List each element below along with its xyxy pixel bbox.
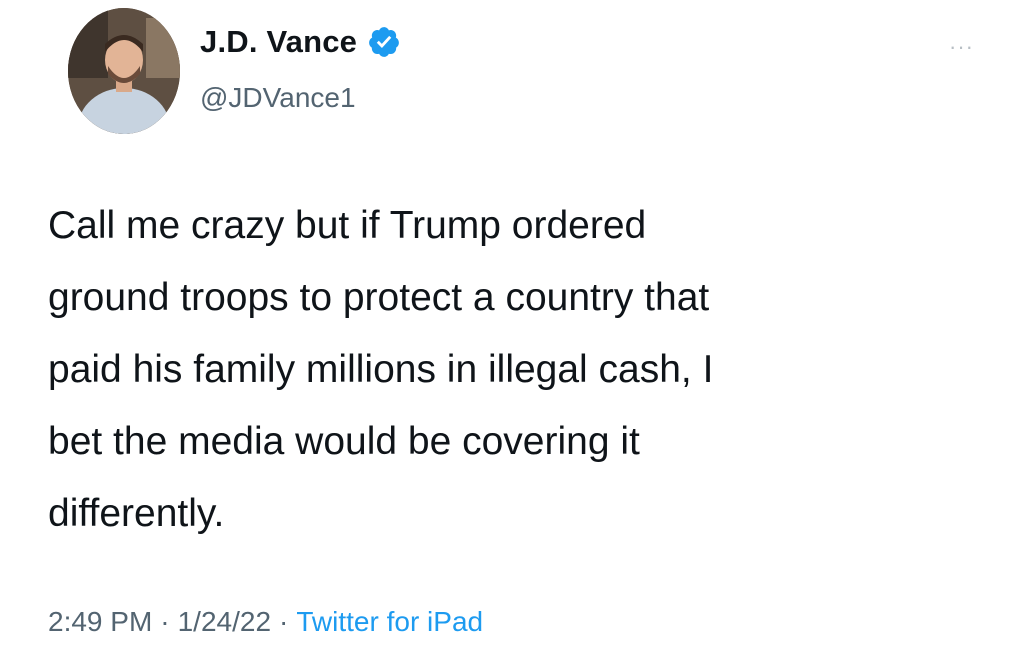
tweet-text: Call me crazy but if Trump ordered groun… xyxy=(48,204,714,535)
author-name-row: J.D. Vance xyxy=(200,24,401,60)
author-display-name[interactable]: J.D. Vance xyxy=(200,24,357,60)
more-options-icon[interactable]: ··· xyxy=(949,36,974,58)
tweet-source-link[interactable]: Twitter for iPad xyxy=(296,606,483,638)
tweet-time[interactable]: 2:49 PM xyxy=(48,606,152,638)
tweet-card: J.D. Vance @JDVance1 ··· Call me crazy b… xyxy=(0,0,1024,664)
author-handle[interactable]: @JDVance1 xyxy=(200,82,356,114)
verified-badge-icon xyxy=(369,27,399,57)
tweet-date[interactable]: 1/24/22 xyxy=(178,606,271,638)
avatar[interactable] xyxy=(68,8,180,134)
meta-separator: · xyxy=(160,606,170,637)
avatar-photo xyxy=(68,8,180,134)
tweet-meta: 2:49 PM · 1/24/22 · Twitter for iPad xyxy=(48,606,483,638)
meta-separator: · xyxy=(279,606,289,637)
